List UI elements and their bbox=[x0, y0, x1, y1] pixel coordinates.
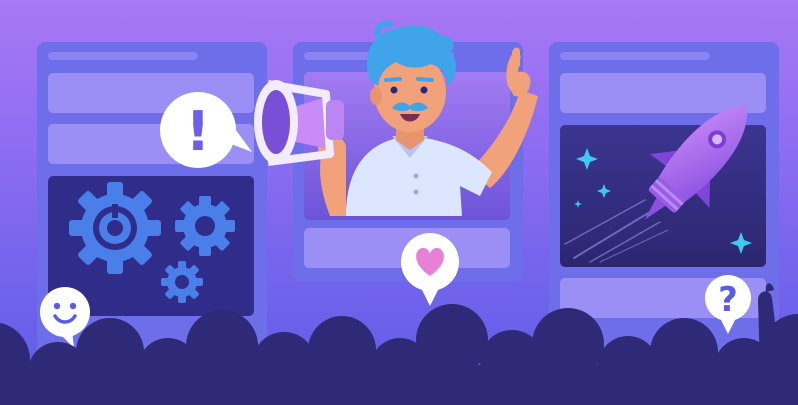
exclamation-icon: ! bbox=[186, 100, 211, 163]
gear-icon bbox=[175, 196, 235, 256]
illustration-canvas: ! ? bbox=[0, 0, 798, 405]
question-icon: ? bbox=[718, 280, 738, 320]
card-placeholder bbox=[560, 73, 766, 113]
gear-icon bbox=[69, 182, 161, 274]
gear-icon bbox=[161, 261, 203, 303]
illustration-banner: ! ? bbox=[0, 0, 798, 405]
